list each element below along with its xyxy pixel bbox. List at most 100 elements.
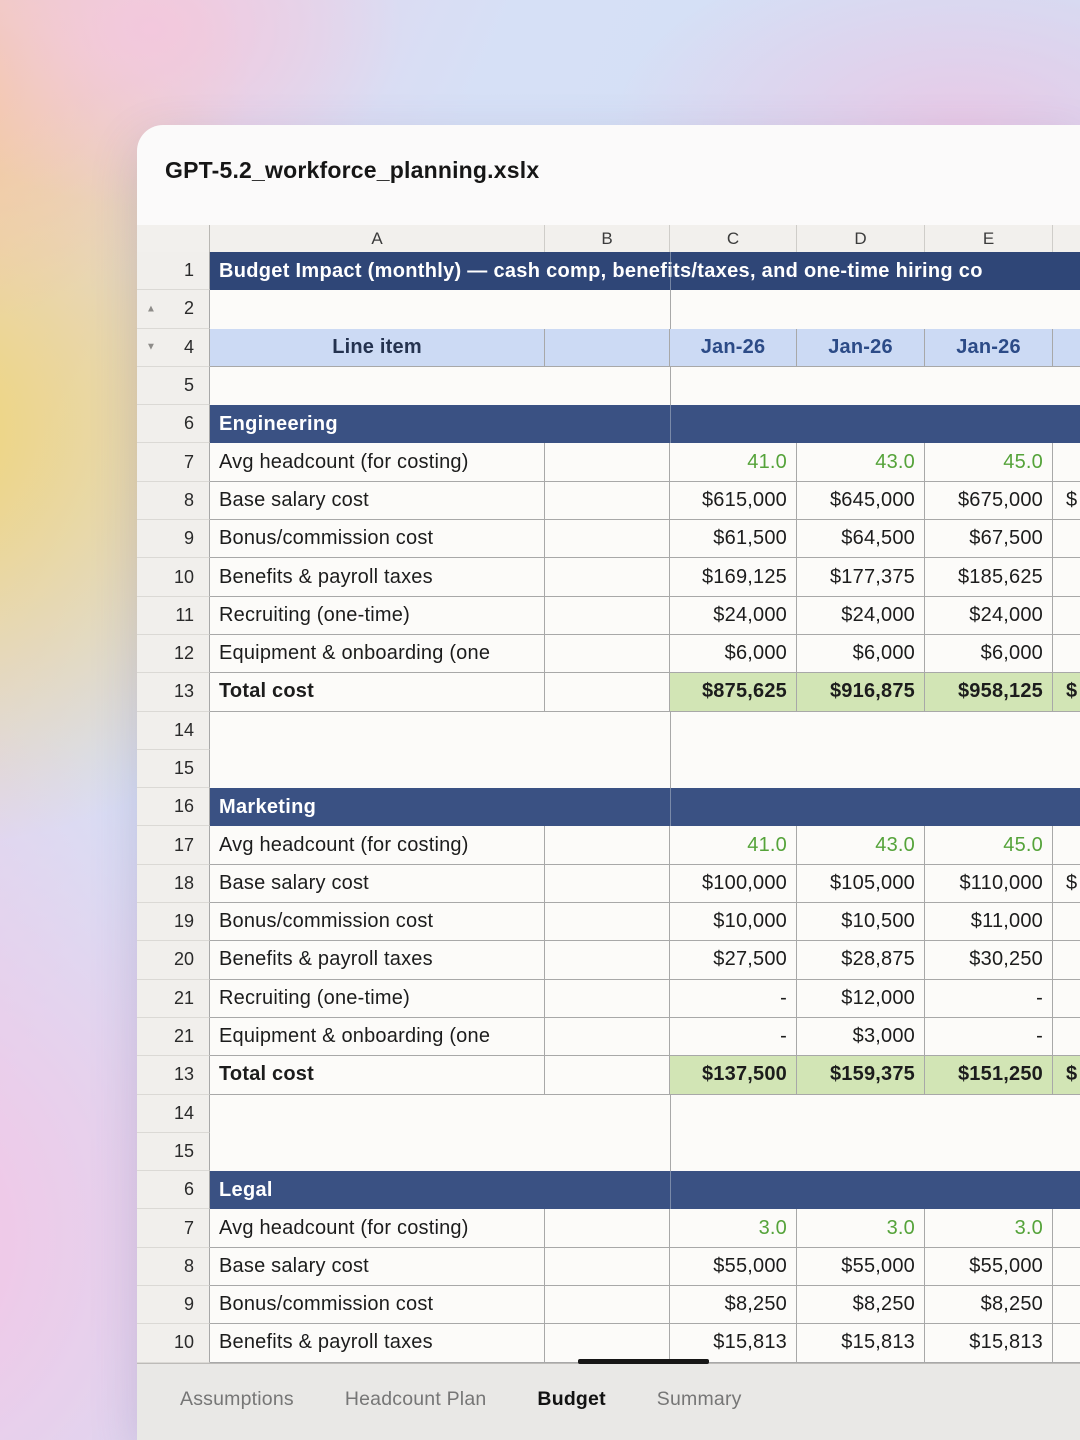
value-cell[interactable]: $24,000 — [925, 597, 1053, 635]
value-cell[interactable] — [1053, 903, 1080, 941]
row-number-cell[interactable]: 16 — [137, 788, 210, 826]
value-cell[interactable] — [1053, 1209, 1080, 1247]
sheet-banner-cell[interactable]: Budget Impact (monthly) — cash comp, ben… — [210, 252, 1080, 290]
row-number-cell[interactable]: 20 — [137, 941, 210, 979]
value-cell[interactable]: $8,250 — [925, 1286, 1053, 1324]
total-value-cell[interactable]: $ — [1053, 1056, 1080, 1094]
empty-cell-area[interactable] — [210, 712, 1080, 750]
line-item-label-cell[interactable]: Avg headcount (for costing) — [210, 443, 545, 481]
column-header-f-partial[interactable] — [1053, 225, 1080, 252]
value-cell[interactable]: $ — [1053, 865, 1080, 903]
empty-cell[interactable] — [545, 826, 670, 864]
row-number-cell[interactable]: 10 — [137, 1324, 210, 1362]
empty-cell[interactable] — [545, 865, 670, 903]
row-number-cell[interactable]: 15 — [137, 1133, 210, 1171]
value-cell[interactable] — [1053, 826, 1080, 864]
value-cell[interactable] — [1053, 597, 1080, 635]
value-cell[interactable] — [1053, 558, 1080, 596]
value-cell[interactable]: $15,813 — [670, 1324, 797, 1362]
line-item-label-cell[interactable]: Benefits & payroll taxes — [210, 1324, 545, 1362]
total-value-cell[interactable]: $875,625 — [670, 673, 797, 711]
total-value-cell[interactable]: $ — [1053, 673, 1080, 711]
row-number-cell[interactable]: 13 — [137, 673, 210, 711]
value-cell[interactable]: $27,500 — [670, 941, 797, 979]
line-item-label-cell[interactable]: Bonus/commission cost — [210, 1286, 545, 1324]
value-cell[interactable]: $6,000 — [925, 635, 1053, 673]
line-item-label-cell[interactable]: Avg headcount (for costing) — [210, 1209, 545, 1247]
row-number-cell[interactable]: 21 — [137, 1018, 210, 1056]
empty-cell[interactable] — [545, 1248, 670, 1286]
row-number-cell[interactable]: 4▼ — [137, 329, 210, 367]
tab-budget[interactable]: Budget — [537, 1388, 605, 1411]
value-cell[interactable]: $ — [1053, 482, 1080, 520]
row-number-cell[interactable]: 1 — [137, 252, 210, 290]
month-header-cell[interactable]: Jan-26 — [797, 329, 925, 367]
line-item-label-cell[interactable]: Recruiting (one-time) — [210, 597, 545, 635]
value-cell[interactable]: $15,813 — [797, 1324, 925, 1362]
row-number-cell[interactable]: 14 — [137, 1095, 210, 1133]
value-cell[interactable]: $6,000 — [797, 635, 925, 673]
column-header-a[interactable]: A — [210, 225, 545, 252]
empty-cell[interactable] — [545, 980, 670, 1018]
section-header-cell[interactable]: Marketing — [210, 788, 1080, 826]
value-cell[interactable]: $177,375 — [797, 558, 925, 596]
value-cell[interactable]: $24,000 — [797, 597, 925, 635]
tab-assumptions[interactable]: Assumptions — [180, 1388, 294, 1411]
row-number-cell[interactable]: 5 — [137, 367, 210, 405]
value-cell[interactable] — [1053, 635, 1080, 673]
value-cell[interactable]: - — [925, 1018, 1053, 1056]
line-item-label-cell[interactable]: Base salary cost — [210, 1248, 545, 1286]
row-number-cell[interactable]: 8 — [137, 1248, 210, 1286]
row-number-cell[interactable]: 6 — [137, 1171, 210, 1209]
value-cell[interactable]: 3.0 — [925, 1209, 1053, 1247]
tab-summary[interactable]: Summary — [657, 1388, 742, 1411]
empty-cell-area[interactable] — [210, 367, 1080, 405]
value-cell[interactable]: $55,000 — [925, 1248, 1053, 1286]
value-cell[interactable]: $30,250 — [925, 941, 1053, 979]
value-cell[interactable]: $24,000 — [670, 597, 797, 635]
value-cell[interactable]: $55,000 — [670, 1248, 797, 1286]
empty-cell[interactable] — [545, 520, 670, 558]
value-cell[interactable]: $15,813 — [925, 1324, 1053, 1362]
value-cell[interactable] — [1053, 1324, 1080, 1362]
value-cell[interactable]: 41.0 — [670, 826, 797, 864]
month-header-cell[interactable]: Jan-26 — [925, 329, 1053, 367]
row-number-cell[interactable]: 11 — [137, 597, 210, 635]
tab-headcount-plan[interactable]: Headcount Plan — [345, 1388, 487, 1411]
line-item-label-cell[interactable]: Bonus/commission cost — [210, 903, 545, 941]
month-header-cell[interactable] — [1053, 329, 1080, 367]
select-all-corner[interactable] — [137, 225, 210, 252]
value-cell[interactable]: 43.0 — [797, 443, 925, 481]
row-number-cell[interactable]: 14 — [137, 712, 210, 750]
collapse-up-icon[interactable]: ▲ — [146, 303, 156, 314]
empty-cell[interactable] — [545, 443, 670, 481]
value-cell[interactable]: $64,500 — [797, 520, 925, 558]
empty-cell[interactable] — [545, 903, 670, 941]
empty-cell[interactable] — [545, 558, 670, 596]
row-number-cell[interactable]: 18 — [137, 865, 210, 903]
value-cell[interactable] — [1053, 443, 1080, 481]
value-cell[interactable]: 41.0 — [670, 443, 797, 481]
value-cell[interactable]: $105,000 — [797, 865, 925, 903]
value-cell[interactable]: - — [670, 980, 797, 1018]
line-item-label-cell[interactable]: Total cost — [210, 673, 545, 711]
value-cell[interactable]: $675,000 — [925, 482, 1053, 520]
line-item-label-cell[interactable]: Benefits & payroll taxes — [210, 558, 545, 596]
value-cell[interactable]: $10,500 — [797, 903, 925, 941]
row-number-cell[interactable]: 2▲ — [137, 290, 210, 328]
line-item-header-cell[interactable]: Line item — [210, 329, 545, 367]
value-cell[interactable]: $8,250 — [797, 1286, 925, 1324]
row-number-cell[interactable]: 19 — [137, 903, 210, 941]
value-cell[interactable] — [1053, 520, 1080, 558]
row-number-cell[interactable]: 6 — [137, 405, 210, 443]
column-header-c[interactable]: C — [670, 225, 797, 252]
section-header-cell[interactable]: Legal — [210, 1171, 1080, 1209]
empty-cell[interactable] — [545, 482, 670, 520]
line-item-label-cell[interactable]: Base salary cost — [210, 865, 545, 903]
total-value-cell[interactable]: $159,375 — [797, 1056, 925, 1094]
value-cell[interactable] — [1053, 1018, 1080, 1056]
empty-cell-area[interactable] — [210, 1095, 1080, 1133]
value-cell[interactable]: $61,500 — [670, 520, 797, 558]
value-cell[interactable]: $169,125 — [670, 558, 797, 596]
empty-cell[interactable] — [545, 1018, 670, 1056]
